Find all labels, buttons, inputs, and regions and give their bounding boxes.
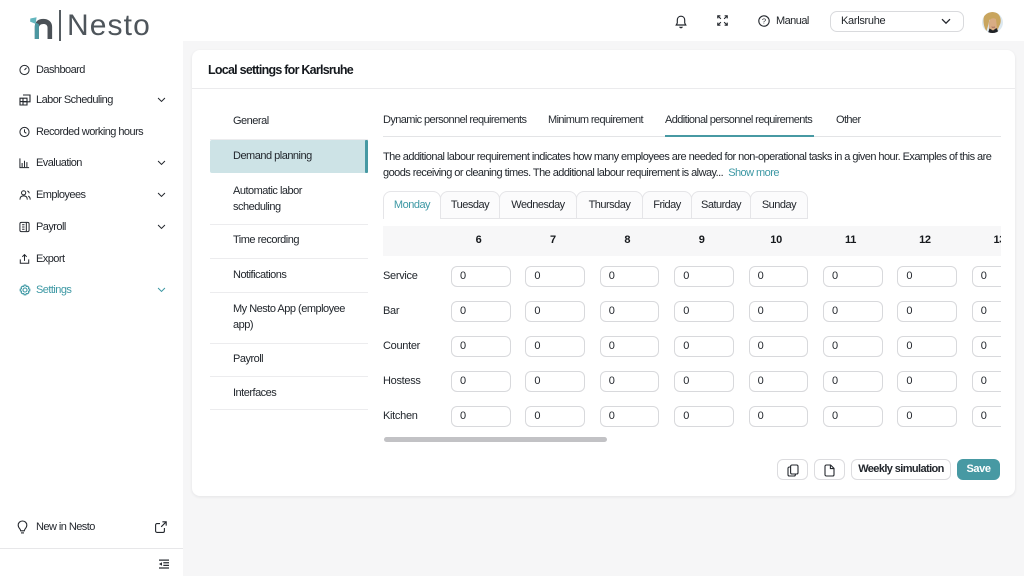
svg-text:?: ? xyxy=(762,17,766,26)
